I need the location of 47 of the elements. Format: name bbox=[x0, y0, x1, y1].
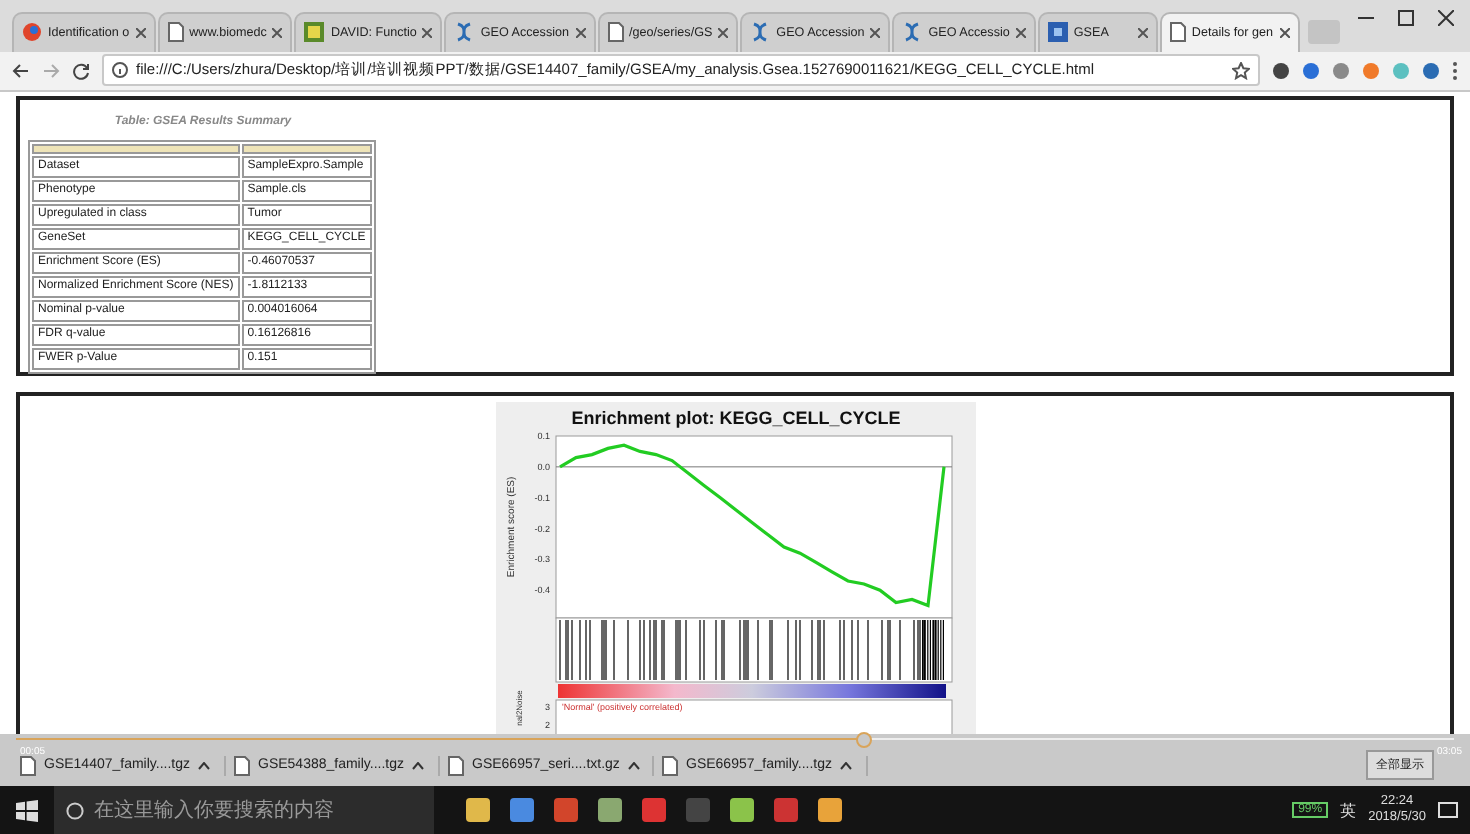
app-icon[interactable] bbox=[466, 798, 490, 823]
page-icon bbox=[662, 755, 678, 776]
close-icon[interactable] bbox=[575, 27, 586, 38]
helix-icon bbox=[902, 22, 923, 43]
windows-logo-icon[interactable] bbox=[16, 799, 38, 822]
close-icon[interactable] bbox=[135, 27, 146, 38]
close-icon[interactable] bbox=[1279, 27, 1289, 38]
close-icon[interactable] bbox=[1015, 27, 1026, 38]
app-icon[interactable] bbox=[598, 798, 622, 823]
helix-icon bbox=[454, 22, 475, 43]
menu-icon[interactable] bbox=[1452, 61, 1458, 80]
page-icon bbox=[20, 755, 36, 776]
page-icon bbox=[448, 755, 464, 776]
page-icon bbox=[234, 755, 250, 776]
logo-icon bbox=[304, 22, 325, 43]
app-icon[interactable] bbox=[554, 798, 578, 823]
close-icon[interactable] bbox=[422, 27, 433, 38]
reload-icon[interactable] bbox=[72, 61, 90, 80]
caret-icon[interactable] bbox=[412, 761, 425, 770]
app-icon[interactable] bbox=[818, 798, 842, 823]
close-icon[interactable] bbox=[718, 27, 729, 38]
close-icon[interactable] bbox=[1137, 27, 1148, 38]
maximize-icon[interactable] bbox=[1398, 10, 1414, 26]
logo-icon bbox=[1047, 22, 1068, 43]
caret-icon[interactable] bbox=[627, 761, 640, 770]
app-icon[interactable] bbox=[730, 798, 754, 823]
page-icon bbox=[1169, 22, 1186, 43]
caret-icon[interactable] bbox=[840, 761, 853, 770]
helix-icon bbox=[750, 22, 771, 43]
circle-icon[interactable] bbox=[1332, 61, 1350, 80]
progress-thumb[interactable] bbox=[856, 732, 873, 749]
plot-title: Enrichment plot: KEGG_CELL_CYCLE bbox=[570, 407, 900, 428]
search-icon bbox=[66, 801, 84, 820]
info-icon[interactable] bbox=[112, 62, 128, 79]
app-icon[interactable] bbox=[510, 798, 534, 823]
app-icon[interactable] bbox=[642, 798, 666, 823]
notification-icon[interactable] bbox=[1438, 801, 1458, 820]
page-icon bbox=[167, 22, 184, 43]
close-icon[interactable] bbox=[870, 27, 881, 38]
page-icon bbox=[607, 22, 624, 43]
input-method-indicator[interactable]: 英 bbox=[1340, 799, 1357, 822]
close-icon[interactable] bbox=[1438, 10, 1454, 26]
close-icon[interactable] bbox=[272, 27, 283, 38]
search-field[interactable]: 在这里输入你要搜索的内容 bbox=[54, 786, 434, 834]
caret-icon[interactable] bbox=[198, 761, 211, 770]
star-icon[interactable] bbox=[1232, 61, 1250, 80]
back-icon[interactable] bbox=[12, 61, 30, 80]
